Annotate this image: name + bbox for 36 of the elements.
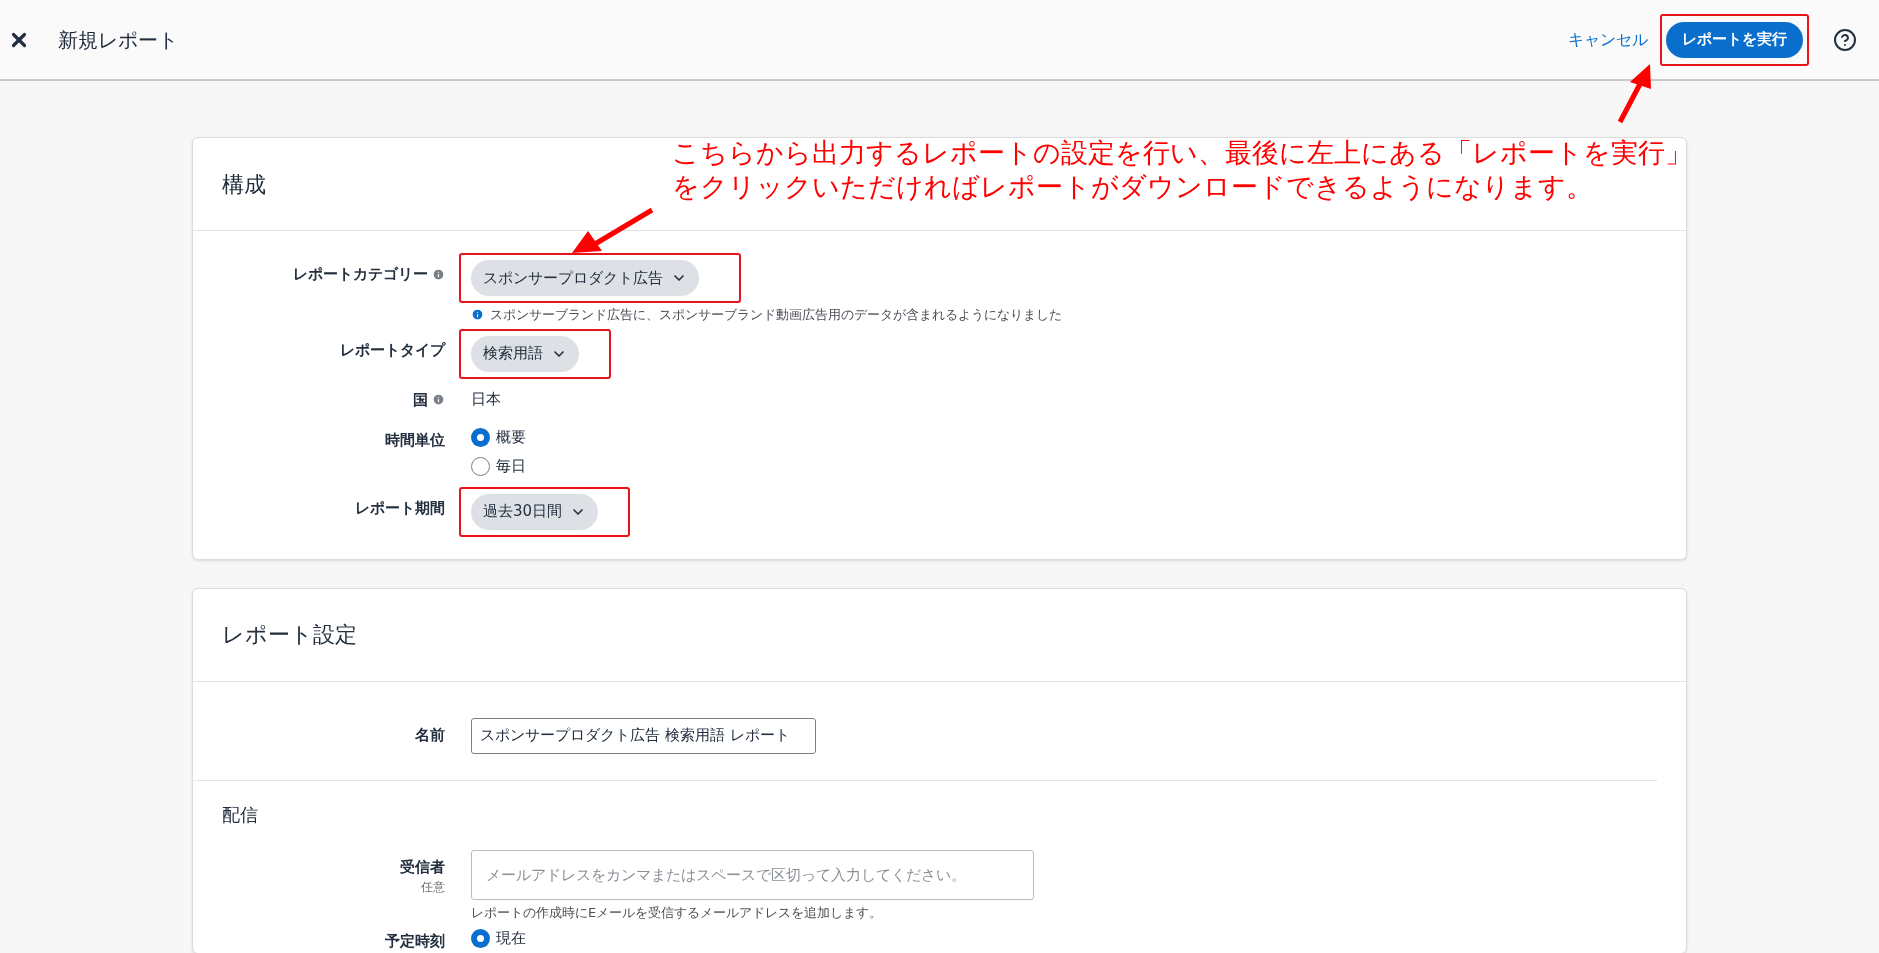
radio-button[interactable]: [471, 456, 490, 476]
name-field[interactable]: スポンサープロダクト広告 検索用語 レポート: [471, 717, 816, 754]
field-label: 予定時刻: [385, 931, 445, 952]
radio-label: 概要: [496, 426, 526, 448]
dropdown-button[interactable]: 検索用語: [471, 335, 579, 372]
field-label: 名前: [415, 724, 445, 746]
help-icon[interactable]: [1833, 27, 1857, 52]
radio-button[interactable]: [471, 427, 490, 447]
radio-label: 毎日: [496, 455, 526, 477]
help-text: レポートの作成時にEメールを受信するメールアドレスを追加します。: [471, 903, 884, 922]
radio-button[interactable]: [471, 929, 490, 948]
field-label: レポート期間: [355, 497, 445, 519]
field-label: レポートカテゴリー: [293, 264, 428, 285]
annotation-text: をクリックいただければレポートがダウンロードできるようになります。: [672, 170, 1594, 204]
recipients-field[interactable]: メールアドレスをカンマまたはスペースで区切って入力してください。: [471, 849, 1034, 900]
field-label: 時間単位: [385, 429, 445, 451]
info-icon[interactable]: [432, 393, 445, 407]
field-label: 国: [413, 389, 428, 411]
radio-label: 現在: [496, 928, 526, 950]
arrow: [1617, 64, 1651, 124]
field-label: 受信者: [400, 856, 445, 878]
dropdown-button[interactable]: 過去30日間: [471, 493, 599, 530]
field-label: レポートタイプ: [340, 339, 445, 361]
page-title: 新規レポート: [58, 26, 178, 54]
info-note: スポンサーブランド広告に、スポンサーブランド動画広告用のデータが含まれるようになりました: [490, 306, 1062, 324]
dropdown-button[interactable]: スポンサープロダクト広告: [471, 260, 699, 296]
info-icon[interactable]: [432, 267, 445, 281]
card-title: 構成: [222, 170, 266, 199]
info-icon: [471, 308, 484, 322]
card-title: レポート設定: [222, 621, 357, 649]
run-report-button[interactable]: レポートを実行: [1666, 21, 1803, 58]
cancel-link[interactable]: キャンセル: [1568, 27, 1648, 52]
annotation-text: こちらから出力するレポートの設定を行い、最後に左上にある「レポートを実行」: [672, 136, 1692, 170]
section-title: 配信: [222, 802, 259, 827]
optional-label: 任意: [421, 879, 445, 896]
field-value: 日本: [471, 388, 501, 410]
